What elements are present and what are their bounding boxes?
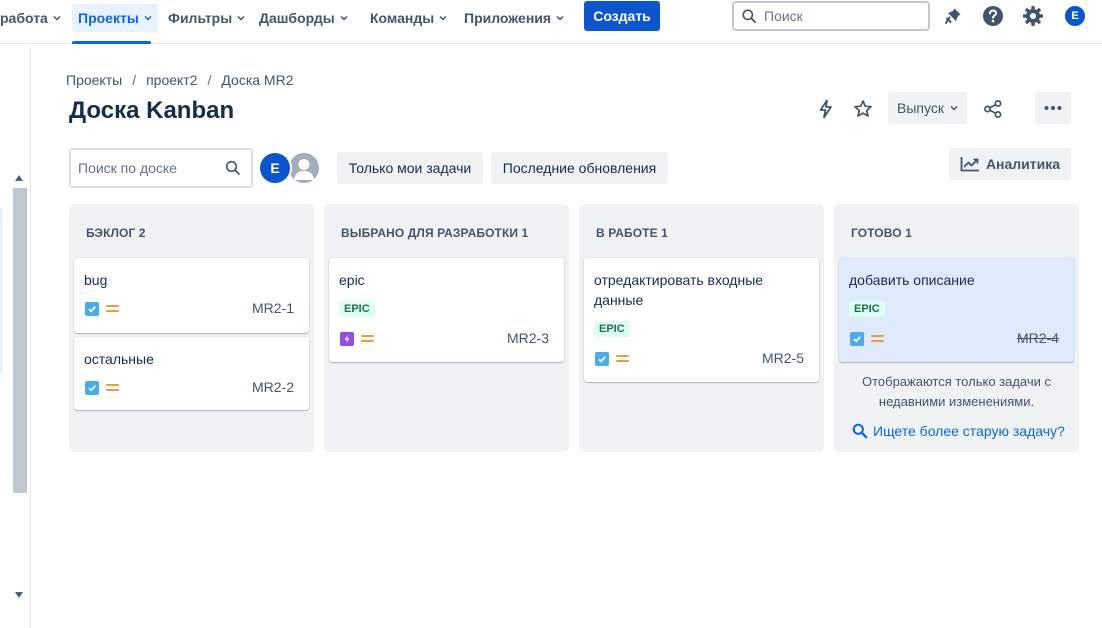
chevron-down-icon: [237, 15, 245, 21]
issue-card[interactable]: добавить описание EPIC MR2-4: [839, 258, 1074, 362]
column-header: ВЫБРАНО ДЛЯ РАЗРАБОТКИ 1: [341, 226, 529, 240]
search-icon: [225, 160, 240, 175]
priority-medium-icon: [106, 383, 119, 392]
issue-key[interactable]: MR2-2: [252, 379, 294, 395]
chart-trend-icon: [960, 157, 979, 172]
nav-item-dashboards[interactable]: Дашборды: [253, 4, 354, 32]
active-nav-indicator: [72, 41, 151, 44]
scroll-down-arrow-icon[interactable]: [15, 592, 23, 598]
epic-label[interactable]: EPIC: [594, 321, 630, 337]
breadcrumb-item-projects[interactable]: Проекты: [66, 72, 122, 88]
sidebar: [0, 45, 31, 628]
sidebar-scrollbar[interactable]: [13, 188, 27, 493]
nav-item-label: Приложения: [464, 10, 552, 26]
issue-key-done[interactable]: MR2-4: [1017, 330, 1059, 346]
board-search-input[interactable]: Поиск по доске: [69, 148, 253, 188]
user-avatar[interactable]: E: [1063, 4, 1087, 28]
issue-card[interactable]: epic EPIC MR2-3: [329, 258, 564, 362]
nav-item-label: Дашборды: [259, 10, 335, 26]
issue-summary: отредактировать входные данные: [594, 272, 764, 308]
epic-lightning-icon: [340, 332, 354, 346]
page-title: Доска Kanban: [69, 97, 235, 124]
priority-medium-icon: [616, 354, 629, 363]
board-column-done: ГОТОВО 1 добавить описание EPIC MR2-4 От…: [834, 204, 1079, 452]
analytics-label: Аналитика: [985, 156, 1061, 172]
star-icon[interactable]: [851, 97, 875, 121]
user-avatar-filter[interactable]: E: [258, 151, 292, 185]
priority-medium-icon: [106, 304, 119, 313]
more-dots-icon: [1044, 106, 1062, 110]
find-older-issue-label: Ищете более старую задачу?: [873, 423, 1065, 439]
chevron-down-icon: [53, 15, 61, 21]
nav-item-projects[interactable]: Проекты: [72, 4, 158, 32]
top-navigation: работа Проекты Фильтры Дашборды Команды …: [0, 0, 1102, 44]
board-column-selected-for-development: ВЫБРАНО ДЛЯ РАЗРАБОТКИ 1 epic EPIC MR2-3: [324, 204, 569, 452]
chevron-down-icon: [439, 15, 447, 21]
breadcrumb-item-board[interactable]: Доска MR2: [221, 72, 293, 88]
nav-item-label: Фильтры: [168, 10, 233, 26]
recent-issues-hint: Отображаются только задачи с недавними и…: [861, 374, 1052, 409]
issue-key[interactable]: MR2-1: [252, 300, 294, 316]
chevron-down-icon: [340, 15, 348, 21]
issue-key[interactable]: MR2-3: [507, 330, 549, 346]
issue-summary: epic: [339, 272, 365, 288]
unassigned-avatar-filter[interactable]: [287, 151, 321, 185]
find-older-issue-link[interactable]: Ищете более старую задачу?: [852, 423, 1065, 439]
release-label: Выпуск: [897, 100, 944, 116]
help-icon[interactable]: [982, 5, 1004, 27]
more-actions-button[interactable]: [1035, 92, 1071, 124]
issue-card[interactable]: остальные MR2-2: [74, 337, 309, 410]
release-dropdown-button[interactable]: Выпуск: [888, 92, 967, 124]
issue-card[interactable]: отредактировать входные данные EPIC MR2-…: [584, 258, 819, 382]
nav-item-label: Команды: [370, 10, 435, 26]
task-checkbox-icon: [850, 332, 864, 346]
chevron-down-icon: [556, 15, 564, 21]
task-checkbox-icon: [85, 302, 99, 316]
breadcrumb-separator: /: [132, 72, 137, 88]
notifications-icon[interactable]: [942, 5, 964, 27]
issue-key[interactable]: MR2-5: [762, 350, 804, 366]
automation-lightning-icon[interactable]: [814, 97, 838, 121]
breadcrumb: Проекты / проект2 / Доска MR2: [66, 72, 293, 88]
epic-label[interactable]: EPIC: [849, 301, 885, 317]
board-column-backlog: БЭКЛОГ 2 bug MR2-1 остальные MR2-2: [69, 204, 314, 452]
column-header: В РАБОТЕ 1: [596, 226, 668, 240]
column-header: БЭКЛОГ 2: [86, 226, 146, 240]
settings-gear-icon[interactable]: [1022, 5, 1044, 27]
epic-label[interactable]: EPIC: [339, 301, 375, 317]
person-icon: [294, 159, 314, 180]
scroll-up-arrow-icon[interactable]: [15, 175, 23, 181]
search-icon: [852, 423, 868, 439]
only-my-issues-filter[interactable]: Только мои задачи: [337, 152, 483, 184]
nav-item-your-work[interactable]: работа: [0, 4, 67, 32]
global-search-input[interactable]: Поиск: [732, 1, 930, 31]
search-icon: [742, 9, 756, 23]
board-search-placeholder: Поиск по доске: [78, 160, 177, 176]
nav-item-teams[interactable]: Команды: [364, 4, 453, 32]
issue-summary: bug: [84, 272, 108, 288]
nav-item-label: Проекты: [78, 10, 139, 26]
breadcrumb-separator: /: [207, 72, 212, 88]
create-button[interactable]: Создать: [584, 1, 660, 31]
issue-card[interactable]: bug MR2-1: [74, 258, 309, 333]
chevron-down-icon: [144, 15, 152, 21]
issue-summary: добавить описание: [849, 272, 975, 288]
nav-item-apps[interactable]: Приложения: [458, 4, 570, 32]
recently-updated-filter[interactable]: Последние обновления: [491, 152, 668, 184]
task-checkbox-icon: [85, 381, 99, 395]
priority-medium-icon: [871, 334, 884, 343]
nav-item-filters[interactable]: Фильтры: [162, 4, 251, 32]
analytics-button[interactable]: Аналитика: [949, 148, 1071, 180]
priority-medium-icon: [361, 334, 374, 343]
board-column-in-progress: В РАБОТЕ 1 отредактировать входные данны…: [579, 204, 824, 452]
nav-item-label: работа: [0, 10, 48, 26]
share-icon[interactable]: [981, 97, 1005, 121]
issue-summary: остальные: [84, 351, 154, 367]
chevron-down-icon: [950, 105, 958, 111]
task-checkbox-icon: [595, 352, 609, 366]
sidebar-panel-edge: [0, 208, 3, 373]
column-header: ГОТОВО 1: [851, 226, 912, 240]
breadcrumb-item-project[interactable]: проект2: [146, 72, 197, 88]
search-placeholder: Поиск: [764, 8, 803, 24]
